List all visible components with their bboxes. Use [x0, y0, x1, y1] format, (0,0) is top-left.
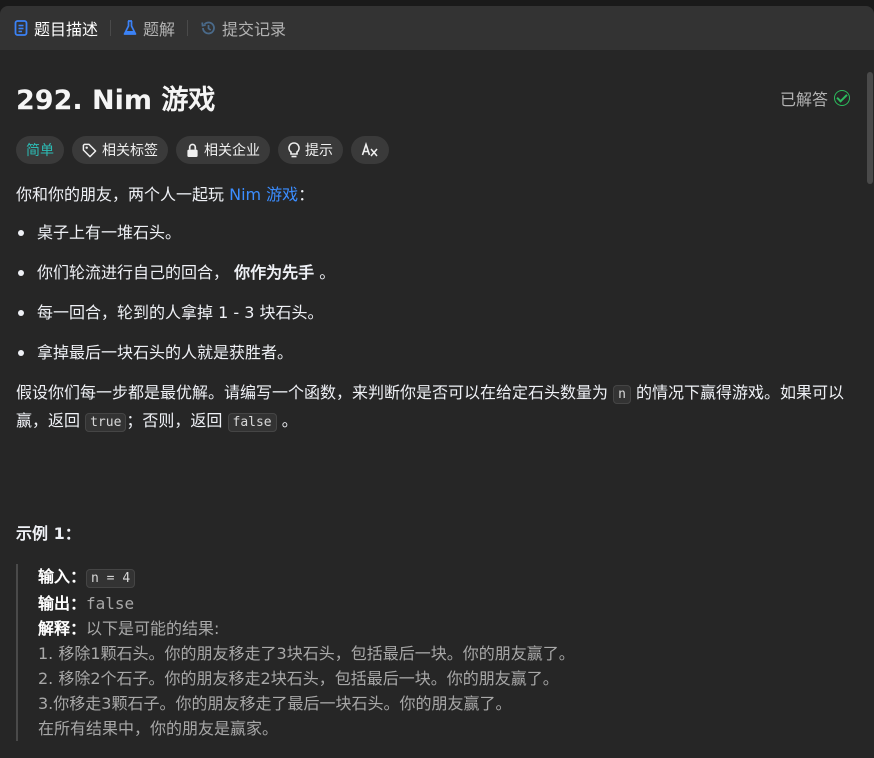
tab-description-label: 题目描述	[34, 20, 99, 39]
output-value: false	[86, 594, 135, 613]
task-text: 假设你们每一步都是最优解。请编写一个函数，来判断你是否可以在给定石头数量为	[16, 383, 614, 402]
tag-row: 简单 相关标签 相关企业 提示	[16, 136, 389, 164]
list-item-text: 你们轮流进行自己的回合，	[37, 263, 230, 282]
lightbulb-icon	[288, 142, 300, 158]
problem-panel: 292. Nim 游戏 已解答 简单 相关标签 相关企业 提示 你和你的朋友，两…	[0, 50, 874, 758]
related-companies-button[interactable]: 相关企业	[176, 136, 270, 164]
example-title: 示例 1：	[16, 524, 81, 543]
history-icon	[201, 21, 215, 35]
tab-divider	[110, 20, 112, 36]
translate-icon	[361, 142, 378, 157]
explain-label: 解释：	[38, 619, 87, 638]
intro-text: 你和你的朋友，两个人一起玩	[16, 185, 230, 204]
nim-game-link[interactable]: Nim 游戏	[229, 185, 298, 204]
problem-title[interactable]: 292. Nim 游戏	[16, 78, 215, 117]
task-text: ；否则，返回	[126, 411, 228, 430]
check-circle-icon	[834, 90, 850, 106]
intro-colon: ：	[298, 185, 315, 204]
list-item: 你们轮流进行自己的回合， 你作为先手 。	[16, 260, 846, 286]
task-paragraph: 假设你们每一步都是最优解。请编写一个函数，来判断你是否可以在给定石头数量为 n …	[16, 380, 846, 436]
output-label: 输出：	[38, 594, 87, 613]
lock-icon	[187, 143, 198, 157]
code-n: n	[613, 385, 631, 404]
list-item: 桌子上有一堆石头。	[16, 220, 846, 246]
solved-label: 已解答	[779, 90, 828, 109]
rules-list: 桌子上有一堆石头。 你们轮流进行自己的回合， 你作为先手 。 每一回合，轮到的人…	[16, 220, 846, 366]
related-companies-label: 相关企业	[204, 143, 260, 159]
explain-line: 3.你移走3颗石子。你的朋友移走了最后一块石头。你的朋友赢了。	[38, 694, 512, 713]
tab-solutions-label: 题解	[143, 20, 176, 39]
flask-icon	[123, 20, 137, 35]
example-output-line: 输出：false	[38, 591, 846, 616]
explain-line: 在所有结果中，你的朋友是赢家。	[38, 719, 279, 738]
related-tags-button[interactable]: 相关标签	[72, 136, 168, 164]
example-block: 输入： n = 4 输出：false 解释：以下是可能的结果: 1. 移除1颗石头…	[16, 564, 846, 741]
code-true: true	[85, 413, 127, 432]
explain-line: 2. 移除2个石子。你的朋友移走2块石头，包括最后一块。你的朋友赢了。	[38, 669, 559, 688]
input-value: n = 4	[86, 569, 136, 588]
document-icon	[14, 20, 28, 36]
translate-button[interactable]	[351, 136, 389, 164]
explain-intro: 以下是可能的结果:	[86, 619, 220, 638]
task-text: 。	[276, 411, 298, 430]
scrollbar[interactable]	[866, 50, 874, 758]
list-item-bold: 你作为先手	[234, 263, 315, 282]
explain-line: 1. 移除1颗石头。你的朋友移走了3块石头，包括最后一块。你的朋友赢了。	[38, 644, 575, 663]
hint-button[interactable]: 提示	[278, 136, 343, 164]
example-input-line: 输入： n = 4	[38, 564, 846, 591]
tab-submissions[interactable]: 提交记录	[200, 16, 286, 40]
related-tags-label: 相关标签	[102, 143, 158, 159]
hint-label: 提示	[305, 143, 333, 159]
difficulty-label: 简单	[26, 143, 54, 159]
list-item-end: 。	[319, 263, 336, 282]
intro-paragraph: 你和你的朋友，两个人一起玩 Nim 游戏：	[16, 182, 846, 208]
tab-submissions-label: 提交记录	[222, 20, 287, 39]
difficulty-badge: 简单	[16, 136, 64, 164]
list-item: 拿掉最后一块石头的人就是获胜者。	[16, 340, 846, 366]
tab-bar: 题目描述 题解 提交记录	[0, 6, 874, 50]
tab-description[interactable]: 题目描述	[14, 16, 98, 40]
example-explain-line: 解释：以下是可能的结果:	[38, 616, 846, 641]
tag-icon	[82, 143, 97, 157]
list-item: 每一回合，轮到的人拿掉 1 - 3 块石头。	[16, 300, 846, 326]
problem-description: 你和你的朋友，两个人一起玩 Nim 游戏： 桌子上有一堆石头。 你们轮流进行自己…	[16, 182, 846, 436]
tab-solutions[interactable]: 题解	[123, 16, 175, 40]
scrollbar-thumb[interactable]	[867, 72, 873, 184]
code-false: false	[227, 413, 277, 432]
tab-divider	[187, 20, 189, 36]
input-label: 输入：	[38, 567, 87, 586]
solved-status: 已解答	[780, 86, 850, 110]
